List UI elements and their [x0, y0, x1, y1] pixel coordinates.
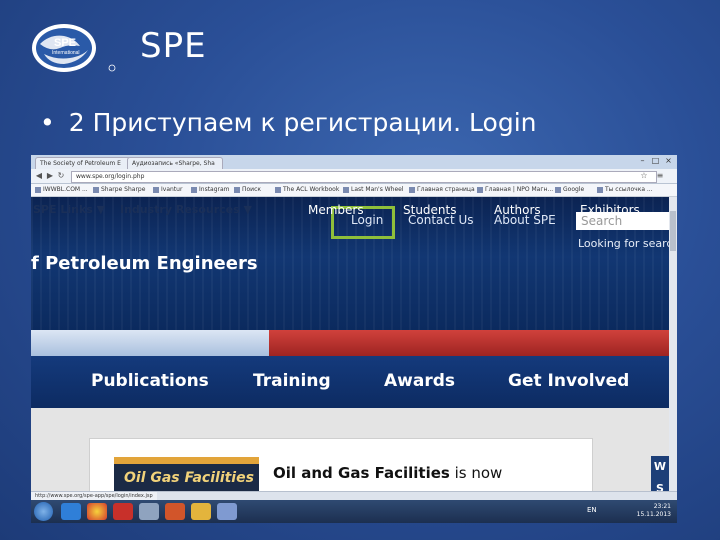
spe-logo: SPE International: [30, 22, 120, 74]
bookmarks-bar: IWWBL.COM ... Sharpe Sharpe Ivantur Inst…: [31, 184, 677, 197]
bookmark-item[interactable]: Ivantur: [153, 184, 182, 196]
system-clock[interactable]: 23:21 15.11.2013: [637, 503, 671, 519]
bookmark-item[interactable]: Главная страница: [409, 184, 475, 196]
bookmark-icon: [275, 186, 281, 193]
bookmark-icon: [93, 186, 99, 193]
news-headline-rest: is now: [449, 464, 503, 482]
scrollbar-thumb[interactable]: [670, 211, 676, 251]
bookmark-icon: [234, 186, 240, 193]
windows-taskbar: EN 23:21 15.11.2013: [31, 500, 677, 523]
bullet-text: 2 Приступаем к регистрации. Login: [68, 108, 537, 137]
nav-awards[interactable]: Awards: [384, 371, 455, 391]
browser-tab-strip: The Society of Petroleum E Аудиозапись «…: [31, 155, 677, 170]
bookmark-icon: [153, 186, 159, 193]
bookmark-icon: [343, 186, 349, 193]
url-field[interactable]: www.spe.org/login.php: [71, 171, 657, 183]
journal-cover-title: Oil Gas Facilities: [124, 470, 254, 486]
news-headline[interactable]: Oil and Gas Facilities is now: [273, 464, 502, 482]
bookmark-icon: [555, 186, 561, 193]
nav-right-bar: [269, 330, 669, 356]
ie-taskbar-icon[interactable]: [61, 503, 81, 520]
chrome-taskbar-icon[interactable]: [87, 503, 107, 520]
page-viewport: Login Contact Us About SPE Search Lookin…: [31, 197, 669, 495]
news-headline-bold: Oil and Gas Facilities: [273, 464, 450, 482]
slide-title: SPE: [140, 26, 207, 66]
nav-authors[interactable]: Authors: [494, 203, 541, 217]
org-name: f Petroleum Engineers: [31, 253, 258, 274]
bookmark-star-icon[interactable]: ☆: [639, 171, 649, 181]
industry-resources-menu[interactable]: Industry Resources ▼: [120, 203, 252, 216]
nav-students[interactable]: Students: [403, 203, 457, 217]
nav-members[interactable]: Members: [308, 203, 364, 217]
bullet-dot: •: [40, 108, 55, 137]
close-button[interactable]: ×: [662, 156, 675, 165]
window-controls: – □ ×: [636, 156, 675, 165]
reload-icon[interactable]: ↻: [56, 171, 66, 181]
language-indicator[interactable]: EN: [587, 506, 597, 514]
bookmark-item[interactable]: IWWBL.COM ...: [35, 184, 88, 196]
maximize-button[interactable]: □: [649, 156, 662, 165]
svg-text:International: International: [52, 50, 80, 56]
bookmark-icon: [597, 186, 603, 193]
bookmark-icon: [477, 186, 483, 193]
spe-links-menu[interactable]: SPE Links ▼: [33, 203, 105, 216]
bookmark-item[interactable]: The ACL Workbook: [275, 184, 339, 196]
bookmark-item[interactable]: Sharpe Sharpe: [93, 184, 145, 196]
bookmark-item[interactable]: Главная | NPO Магн...: [477, 184, 553, 196]
bookmark-icon: [191, 186, 197, 193]
search-hint: Looking for search: [578, 237, 669, 250]
bookmark-item[interactable]: Instagram: [191, 184, 230, 196]
nav-publications[interactable]: Publications: [91, 371, 209, 391]
start-button[interactable]: [34, 502, 53, 521]
wrench-icon[interactable]: ≡: [655, 171, 665, 181]
bookmark-item[interactable]: Last Man's Wheel: [343, 184, 404, 196]
powerpoint-taskbar-icon[interactable]: [165, 503, 185, 520]
media-taskbar-icon[interactable]: [217, 503, 237, 520]
nav-get-involved[interactable]: Get Involved: [508, 371, 629, 391]
minimize-button[interactable]: –: [636, 156, 649, 165]
journal-cover-stripe: [114, 457, 259, 464]
nav-exhibitors[interactable]: Exhibitors: [580, 203, 640, 217]
side-promo[interactable]: WS: [651, 456, 669, 495]
bookmark-item[interactable]: Ты ссылочка ...: [597, 184, 653, 196]
opera-taskbar-icon[interactable]: [113, 503, 133, 520]
nav-training[interactable]: Training: [253, 371, 331, 391]
back-icon[interactable]: ◀: [34, 171, 44, 181]
address-bar-row: ◀ ▶ ↻ www.spe.org/login.php ☆ ≡: [31, 169, 677, 184]
content-area: Oil Gas Facilities Oil and Gas Facilitie…: [31, 408, 669, 495]
folder-taskbar-icon[interactable]: [191, 503, 211, 520]
vertical-scrollbar[interactable]: [669, 197, 677, 495]
app-taskbar-icon[interactable]: [139, 503, 159, 520]
bookmark-icon: [35, 186, 41, 193]
bookmark-item[interactable]: Поиск: [234, 184, 261, 196]
bookmark-item[interactable]: Google: [555, 184, 584, 196]
browser-screenshot: The Society of Petroleum E Аудиозапись «…: [31, 155, 677, 523]
svg-text:SPE: SPE: [54, 37, 76, 49]
bookmark-icon: [409, 186, 415, 193]
nav-left-bar: [31, 330, 281, 356]
slide-bullet: • 2 Приступаем к регистрации. Login: [40, 108, 537, 137]
forward-icon[interactable]: ▶: [45, 171, 55, 181]
